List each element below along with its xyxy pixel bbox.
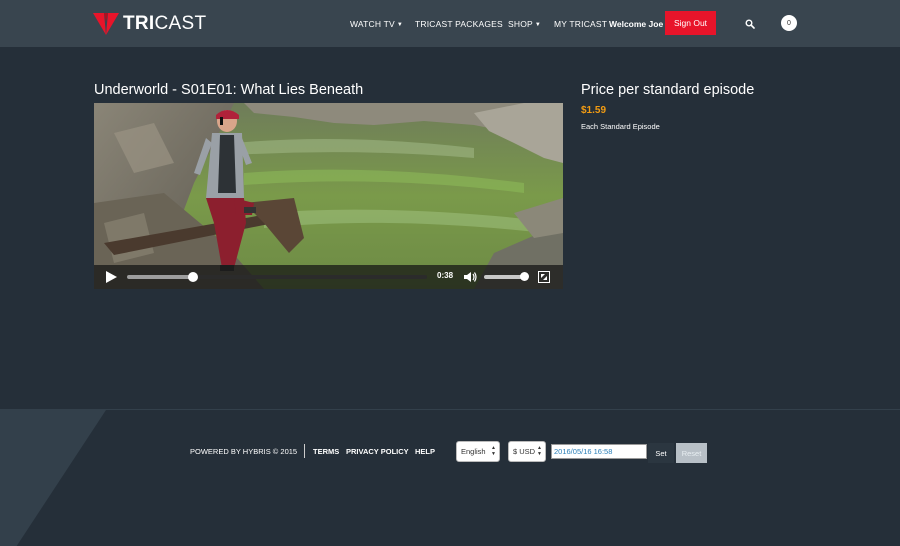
nav-watch-tv[interactable]: WATCH TV ▼	[350, 19, 403, 29]
volume-handle[interactable]	[519, 272, 529, 281]
welcome-text: Welcome Joe	[609, 19, 664, 29]
fullscreen-icon[interactable]	[538, 271, 550, 283]
privacy-policy-link[interactable]: PRIVACY POLICY	[346, 447, 409, 456]
language-select[interactable]: English ▲ ▼	[456, 441, 500, 462]
video-progress-handle[interactable]	[188, 272, 198, 282]
video-player[interactable]: 0:38	[94, 103, 563, 289]
page-title: Underworld - S01E01: What Lies Beneath	[94, 82, 364, 98]
video-frame-image	[94, 103, 563, 289]
chevron-down-icon: ▼	[534, 22, 542, 28]
price-heading: Price per standard episode	[581, 82, 755, 98]
play-icon[interactable]	[104, 270, 118, 284]
select-arrows-icon: ▲ ▼	[491, 445, 496, 457]
top-header: TRICAST WATCH TV ▼ TRICAST PACKAGES SHOP ▼…	[0, 0, 900, 47]
price-note: Each Standard Episode	[581, 122, 660, 131]
footer-divider	[304, 444, 305, 458]
terms-link[interactable]: TERMS	[313, 447, 339, 456]
nav-my-tricast[interactable]: MY TRICAST	[554, 19, 607, 29]
volume-icon[interactable]	[463, 270, 477, 284]
page-footer: POWERED BY HYBRIS © 2015 TERMS PRIVACY P…	[0, 409, 900, 546]
search-icon[interactable]	[745, 19, 755, 29]
volume-fill	[484, 275, 524, 279]
help-link[interactable]: HELP	[415, 447, 435, 456]
chevron-down-icon: ▼	[396, 22, 404, 28]
video-controls-bar: 0:38	[94, 265, 563, 289]
episode-price: $1.59	[581, 105, 607, 116]
sign-out-button[interactable]: Sign Out	[665, 11, 716, 35]
footer-decoration-shape	[0, 410, 106, 546]
cart-count-badge[interactable]: 0	[781, 15, 797, 31]
tricast-logo[interactable]: TRICAST	[93, 12, 206, 36]
nav-tricast-packages[interactable]: TRICAST PACKAGES	[415, 19, 503, 29]
video-progress-bar[interactable]	[127, 272, 427, 282]
select-arrows-icon: ▲ ▼	[537, 445, 542, 457]
logo-text: TRICAST	[123, 13, 207, 34]
logo-mark-icon	[93, 13, 119, 35]
nav-shop[interactable]: SHOP ▼	[508, 19, 541, 29]
volume-slider[interactable]	[484, 272, 529, 281]
powered-by-text: POWERED BY HYBRIS © 2015	[190, 447, 298, 456]
currency-select[interactable]: $ USD ▲ ▼	[508, 441, 546, 462]
video-time: 0:38	[437, 271, 454, 280]
video-progress-fill	[127, 275, 193, 279]
set-button[interactable]: Set	[648, 443, 674, 463]
date-time-input[interactable]: 2016/05/16 16:58	[551, 444, 647, 459]
reset-button[interactable]: Reset	[676, 443, 707, 463]
